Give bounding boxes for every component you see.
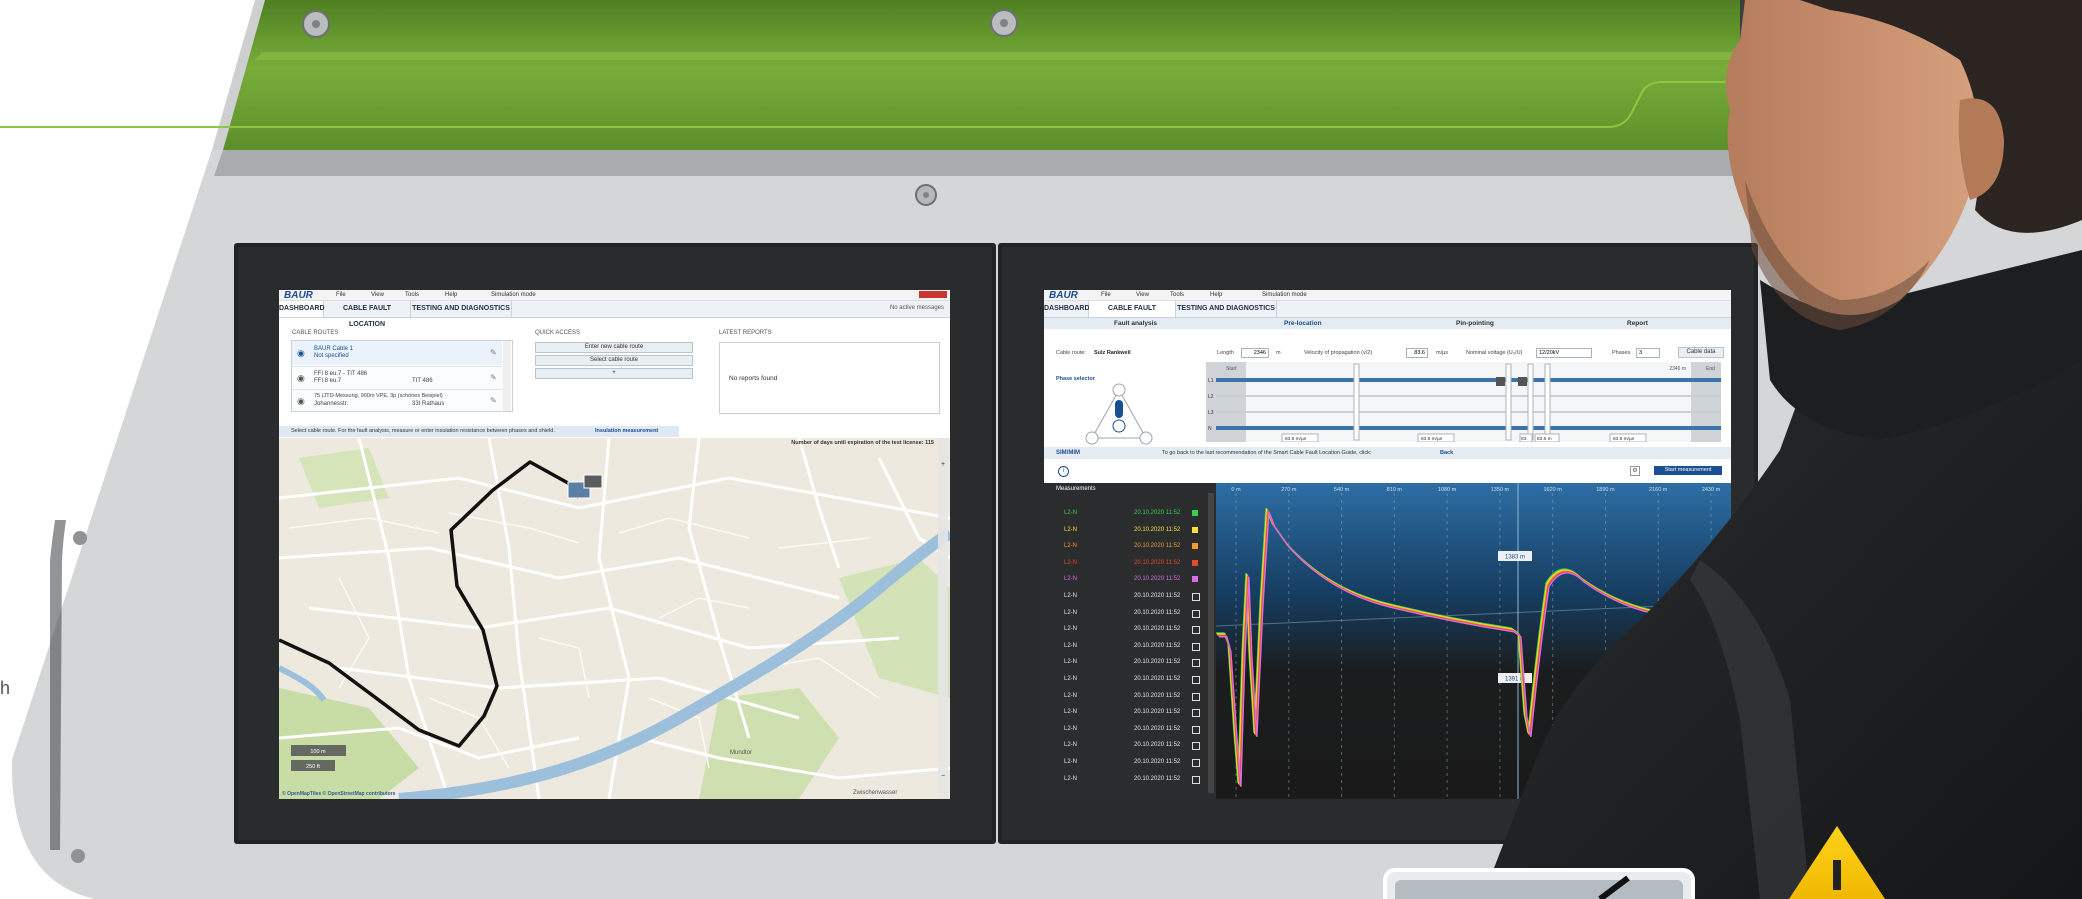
foreground-person (1383, 0, 2082, 899)
